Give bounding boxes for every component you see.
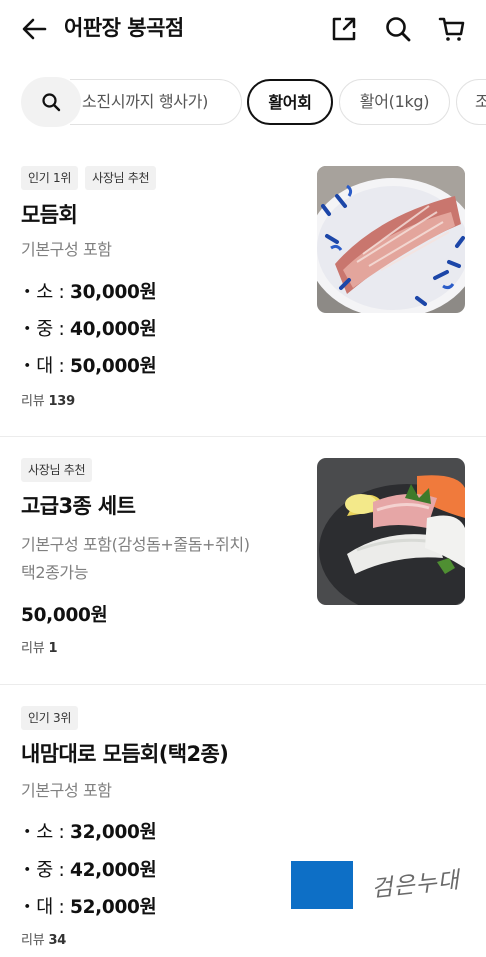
item-description: 택2종가능 <box>21 563 89 582</box>
share-icon[interactable] <box>329 14 359 44</box>
item-name: 모듬회 <box>21 203 78 227</box>
tab-label: 활어회 <box>268 93 312 112</box>
price-option: ・대 : 52,000원 <box>18 894 157 922</box>
owner-pick-badge: 사장님 추천 <box>85 166 157 190</box>
review-label: 리뷰 <box>21 641 49 656</box>
badge-group: 사장님 추천 <box>21 458 93 482</box>
size-label: ・대 : <box>18 356 71 377</box>
item-description: 기본구성 포함(감성돔+줄돔+쥐치) <box>21 535 250 554</box>
review-number: 1 <box>48 641 58 656</box>
item-photo[interactable] <box>317 166 465 313</box>
price-value: 50,000원 <box>70 356 157 377</box>
search-icon[interactable] <box>383 14 413 44</box>
price-option: ・중 : 40,000원 <box>18 316 157 344</box>
size-label: ・소 : <box>18 822 71 843</box>
watermark-text: 검은누대 <box>370 867 462 903</box>
owner-pick-badge: 사장님 추천 <box>21 458 93 482</box>
item-name: 고급3종 세트 <box>21 494 136 518</box>
item-description: 기본구성 포함 <box>21 781 112 800</box>
price-value: 40,000원 <box>70 319 157 340</box>
price-value: 50,000원 <box>21 605 108 626</box>
item-photo[interactable] <box>317 458 465 605</box>
review-label: 리뷰 <box>21 933 49 948</box>
price-option: ・소 : 30,000원 <box>18 279 157 307</box>
watermark: 검은누대 <box>291 861 486 909</box>
badge-group: 인기 3위 <box>21 706 79 730</box>
popularity-badge: 인기 3위 <box>21 706 79 730</box>
back-arrow-icon[interactable] <box>20 14 50 44</box>
price-value: 32,000원 <box>70 822 157 843</box>
size-label: ・소 : <box>18 282 71 303</box>
tab-event-price[interactable]: 소진시까지 행사가) <box>70 79 242 125</box>
cart-icon[interactable] <box>437 14 467 44</box>
size-label: ・중 : <box>18 319 71 340</box>
price-value: 52,000원 <box>70 897 157 918</box>
price-option: ・소 : 32,000원 <box>18 819 157 847</box>
category-tab-bar: 소진시까지 행사가) 활어회 활어(1kg) 조 <box>0 77 486 127</box>
menu-item[interactable]: 인기 1위 사장님 추천 모듬회 기본구성 포함 ・소 : 30,000원 ・중… <box>0 150 486 436</box>
tab-next-category[interactable]: 조 <box>456 79 486 125</box>
tab-live-fish-1kg[interactable]: 활어(1kg) <box>339 79 450 125</box>
review-count: 리뷰 139 <box>21 392 75 412</box>
tab-live-sashimi[interactable]: 활어회 <box>247 79 333 125</box>
price-option: ・대 : 50,000원 <box>18 353 157 381</box>
menu-item[interactable]: 사장님 추천 고급3종 세트 기본구성 포함(감성돔+줄돔+쥐치) 택2종가능 … <box>0 437 486 684</box>
review-number: 139 <box>48 394 75 409</box>
tab-label: 활어(1kg) <box>359 92 430 111</box>
review-number: 34 <box>48 933 67 948</box>
review-count: 리뷰 34 <box>21 931 66 951</box>
size-label: ・중 : <box>18 860 71 881</box>
price-option: ・중 : 42,000원 <box>18 857 157 885</box>
menu-item[interactable]: 인기 3위 내맘대로 모듬회(택2종) 기본구성 포함 ・소 : 32,000원… <box>0 685 486 957</box>
size-label: ・대 : <box>18 897 71 918</box>
popularity-badge: 인기 1위 <box>21 166 79 190</box>
badge-group: 인기 1위 사장님 추천 <box>21 166 157 190</box>
app-header: 어판장 봉곡점 <box>0 0 486 58</box>
item-description: 기본구성 포함 <box>21 240 112 259</box>
menu-search-button[interactable] <box>21 77 81 127</box>
search-icon <box>42 93 61 112</box>
price-value: 42,000원 <box>70 860 157 881</box>
tab-label: 소진시까지 행사가) <box>82 92 209 111</box>
review-count: 리뷰 1 <box>21 639 58 659</box>
price-value: 30,000원 <box>70 282 157 303</box>
tab-label: 조 <box>475 92 486 111</box>
item-name: 내맘대로 모듬회(택2종) <box>21 742 229 766</box>
store-title: 어판장 봉곡점 <box>64 16 184 40</box>
review-label: 리뷰 <box>21 394 49 409</box>
watermark-logo-block <box>291 861 353 909</box>
